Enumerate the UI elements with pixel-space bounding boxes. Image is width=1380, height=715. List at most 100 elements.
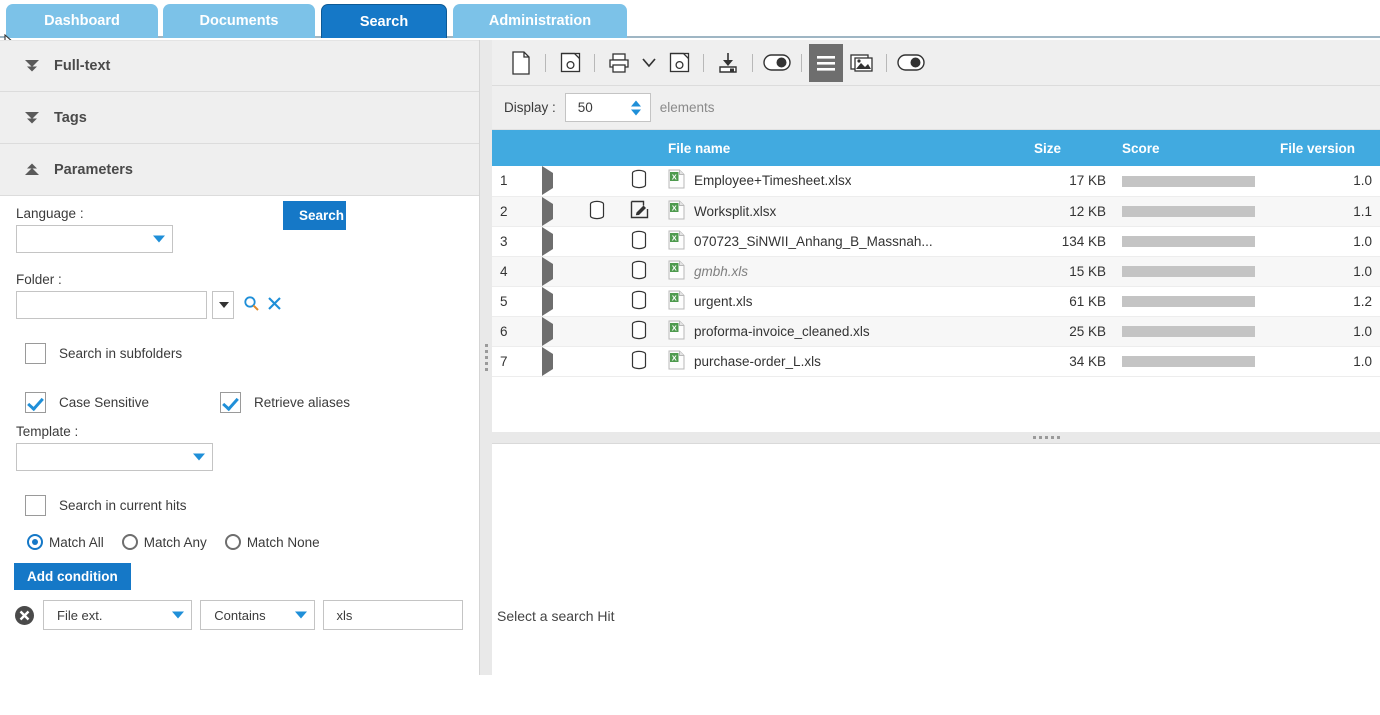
add-condition-button[interactable]: Add condition xyxy=(14,563,131,590)
expand-arrow-icon[interactable] xyxy=(542,346,553,375)
row-expand-cell[interactable] xyxy=(534,226,576,257)
retrieve-aliases-checkbox[interactable] xyxy=(220,392,241,413)
col-file-version[interactable]: File version xyxy=(1272,130,1380,166)
row-expand-cell[interactable] xyxy=(534,316,576,347)
accordion-parameters[interactable]: Parameters xyxy=(0,144,479,196)
tab-administration[interactable]: Administration xyxy=(453,4,627,38)
search-in-subfolders-checkbox[interactable] xyxy=(25,343,46,364)
case-sensitive-checkbox[interactable] xyxy=(25,392,46,413)
condition-value-input[interactable]: xls xyxy=(322,600,463,630)
import-download-icon[interactable] xyxy=(711,44,745,82)
row-expand-cell[interactable] xyxy=(534,346,576,377)
toggle-switch-2-icon[interactable] xyxy=(894,44,928,82)
row-db-cell[interactable] xyxy=(618,256,660,287)
expand-arrow-icon[interactable] xyxy=(542,196,553,225)
gallery-view-icon[interactable] xyxy=(845,44,879,82)
row-file-name-cell[interactable]: Xgmbh.xls xyxy=(660,256,1026,287)
row-edit-cell[interactable] xyxy=(576,316,618,347)
col-file-name[interactable]: File name xyxy=(660,130,1026,166)
vertical-splitter[interactable] xyxy=(480,40,492,675)
row-db-cell[interactable] xyxy=(618,226,660,257)
expand-arrow-icon[interactable] xyxy=(542,226,553,255)
display-count-input[interactable]: 50 xyxy=(564,93,651,122)
expand-arrow-icon[interactable] xyxy=(542,316,553,345)
save-as-icon[interactable] xyxy=(662,44,696,82)
radio-match-all[interactable]: Match All xyxy=(27,534,104,550)
remove-condition-icon[interactable] xyxy=(14,605,35,626)
new-document-icon[interactable] xyxy=(504,44,538,82)
search-in-current-hits-checkbox[interactable] xyxy=(25,495,46,516)
match-all-radio[interactable] xyxy=(27,534,43,550)
horizontal-splitter[interactable] xyxy=(492,432,1380,443)
row-edit-cell[interactable] xyxy=(576,286,618,317)
close-x-icon[interactable] xyxy=(267,296,282,314)
row-edit-cell[interactable] xyxy=(576,196,618,227)
condition-field-select[interactable]: File ext. xyxy=(43,600,193,630)
row-expand-cell[interactable] xyxy=(534,286,576,317)
row-file-name-cell[interactable]: X Worksplit.xlsx xyxy=(660,196,1026,227)
row-expand-cell[interactable] xyxy=(534,166,576,197)
row-expand-cell[interactable] xyxy=(534,256,576,287)
list-view-icon[interactable] xyxy=(809,43,843,82)
case-sensitive-row[interactable]: Case Sensitive xyxy=(25,392,220,413)
radio-match-none[interactable]: Match None xyxy=(224,534,320,550)
row-db-cell[interactable] xyxy=(618,346,660,377)
row-edit-cell[interactable] xyxy=(576,346,618,377)
row-db-cell[interactable] xyxy=(618,166,660,197)
row-file-name-cell[interactable]: Xproforma-invoice_cleaned.xls xyxy=(660,316,1026,347)
search-in-current-hits-row[interactable]: Search in current hits xyxy=(25,495,463,516)
row-file-name-cell[interactable]: X 070723_SiNWII_Anhang_B_Massnah... xyxy=(660,226,1026,257)
accordion-fulltext[interactable]: Full-text xyxy=(0,40,479,92)
expand-arrow-icon[interactable] xyxy=(542,166,553,195)
retrieve-aliases-row[interactable]: Retrieve aliases xyxy=(220,392,350,413)
row-edit-cell[interactable] xyxy=(576,256,618,287)
table-row[interactable]: 7 Xpurchase-order_L.xls 34 KB 1.0 xyxy=(492,346,1380,377)
expand-arrow-icon[interactable] xyxy=(542,286,553,315)
condition-operator-select[interactable]: Contains xyxy=(200,600,315,630)
database-icon[interactable] xyxy=(630,230,648,253)
chevron-down-icon[interactable] xyxy=(638,44,660,82)
edit-pencil-icon[interactable] xyxy=(630,200,649,222)
search-button[interactable]: Search xyxy=(283,201,346,230)
tab-dashboard[interactable]: Dashboard xyxy=(6,4,158,38)
toggle-switch-icon[interactable] xyxy=(760,44,794,82)
database-icon[interactable] xyxy=(630,170,648,192)
language-select[interactable] xyxy=(16,225,173,253)
database-icon[interactable] xyxy=(630,350,648,373)
database-icon[interactable] xyxy=(630,260,648,283)
database-icon[interactable] xyxy=(588,200,606,223)
row-db-cell[interactable] xyxy=(618,196,660,227)
table-row[interactable]: 5 Xurgent.xls 61 KB 1.2 xyxy=(492,286,1380,317)
table-row[interactable]: 2 X Worksplit.xlsx 12 KB 1.1 xyxy=(492,196,1380,227)
table-row[interactable]: 6 Xproforma-invoice_cleaned.xls 25 KB 1.0 xyxy=(492,316,1380,347)
table-row[interactable]: 1 X Employee+Timesheet.xlsx 17 KB 1.0 xyxy=(492,166,1380,197)
col-size[interactable]: Size xyxy=(1026,130,1114,166)
template-select[interactable] xyxy=(16,443,213,471)
accordion-tags[interactable]: Tags xyxy=(0,92,479,144)
tab-search[interactable]: Search xyxy=(321,4,447,38)
col-score[interactable]: Score xyxy=(1114,130,1272,166)
folder-dropdown-button[interactable] xyxy=(212,291,234,319)
folder-input[interactable] xyxy=(16,291,207,319)
match-none-radio[interactable] xyxy=(224,534,241,550)
row-file-name-cell[interactable]: Xpurchase-order_L.xls xyxy=(660,346,1026,377)
row-expand-cell[interactable] xyxy=(534,196,576,227)
radio-match-any[interactable]: Match Any xyxy=(121,534,207,550)
row-edit-cell[interactable] xyxy=(576,226,618,257)
row-db-cell[interactable] xyxy=(618,316,660,347)
row-db-cell[interactable] xyxy=(618,286,660,317)
table-row[interactable]: 4 Xgmbh.xls 15 KB 1.0 xyxy=(492,256,1380,287)
database-icon[interactable] xyxy=(630,320,648,343)
table-row[interactable]: 3 X 070723_SiNWII_Anhang_B_Massnah... 134 K… xyxy=(492,226,1380,257)
expand-arrow-icon[interactable] xyxy=(542,256,553,285)
match-any-radio[interactable] xyxy=(121,534,138,550)
search-magnifier-icon[interactable] xyxy=(243,295,260,315)
save-icon[interactable] xyxy=(553,44,587,82)
database-icon[interactable] xyxy=(630,290,648,313)
row-file-name-cell[interactable]: Xurgent.xls xyxy=(660,286,1026,317)
tab-documents[interactable]: Documents xyxy=(163,4,315,38)
spinner-arrows-icon[interactable] xyxy=(630,100,641,115)
print-icon[interactable] xyxy=(602,44,636,82)
row-file-name-cell[interactable]: X Employee+Timesheet.xlsx xyxy=(660,166,1026,197)
search-in-subfolders-row[interactable]: Search in subfolders xyxy=(25,343,463,364)
